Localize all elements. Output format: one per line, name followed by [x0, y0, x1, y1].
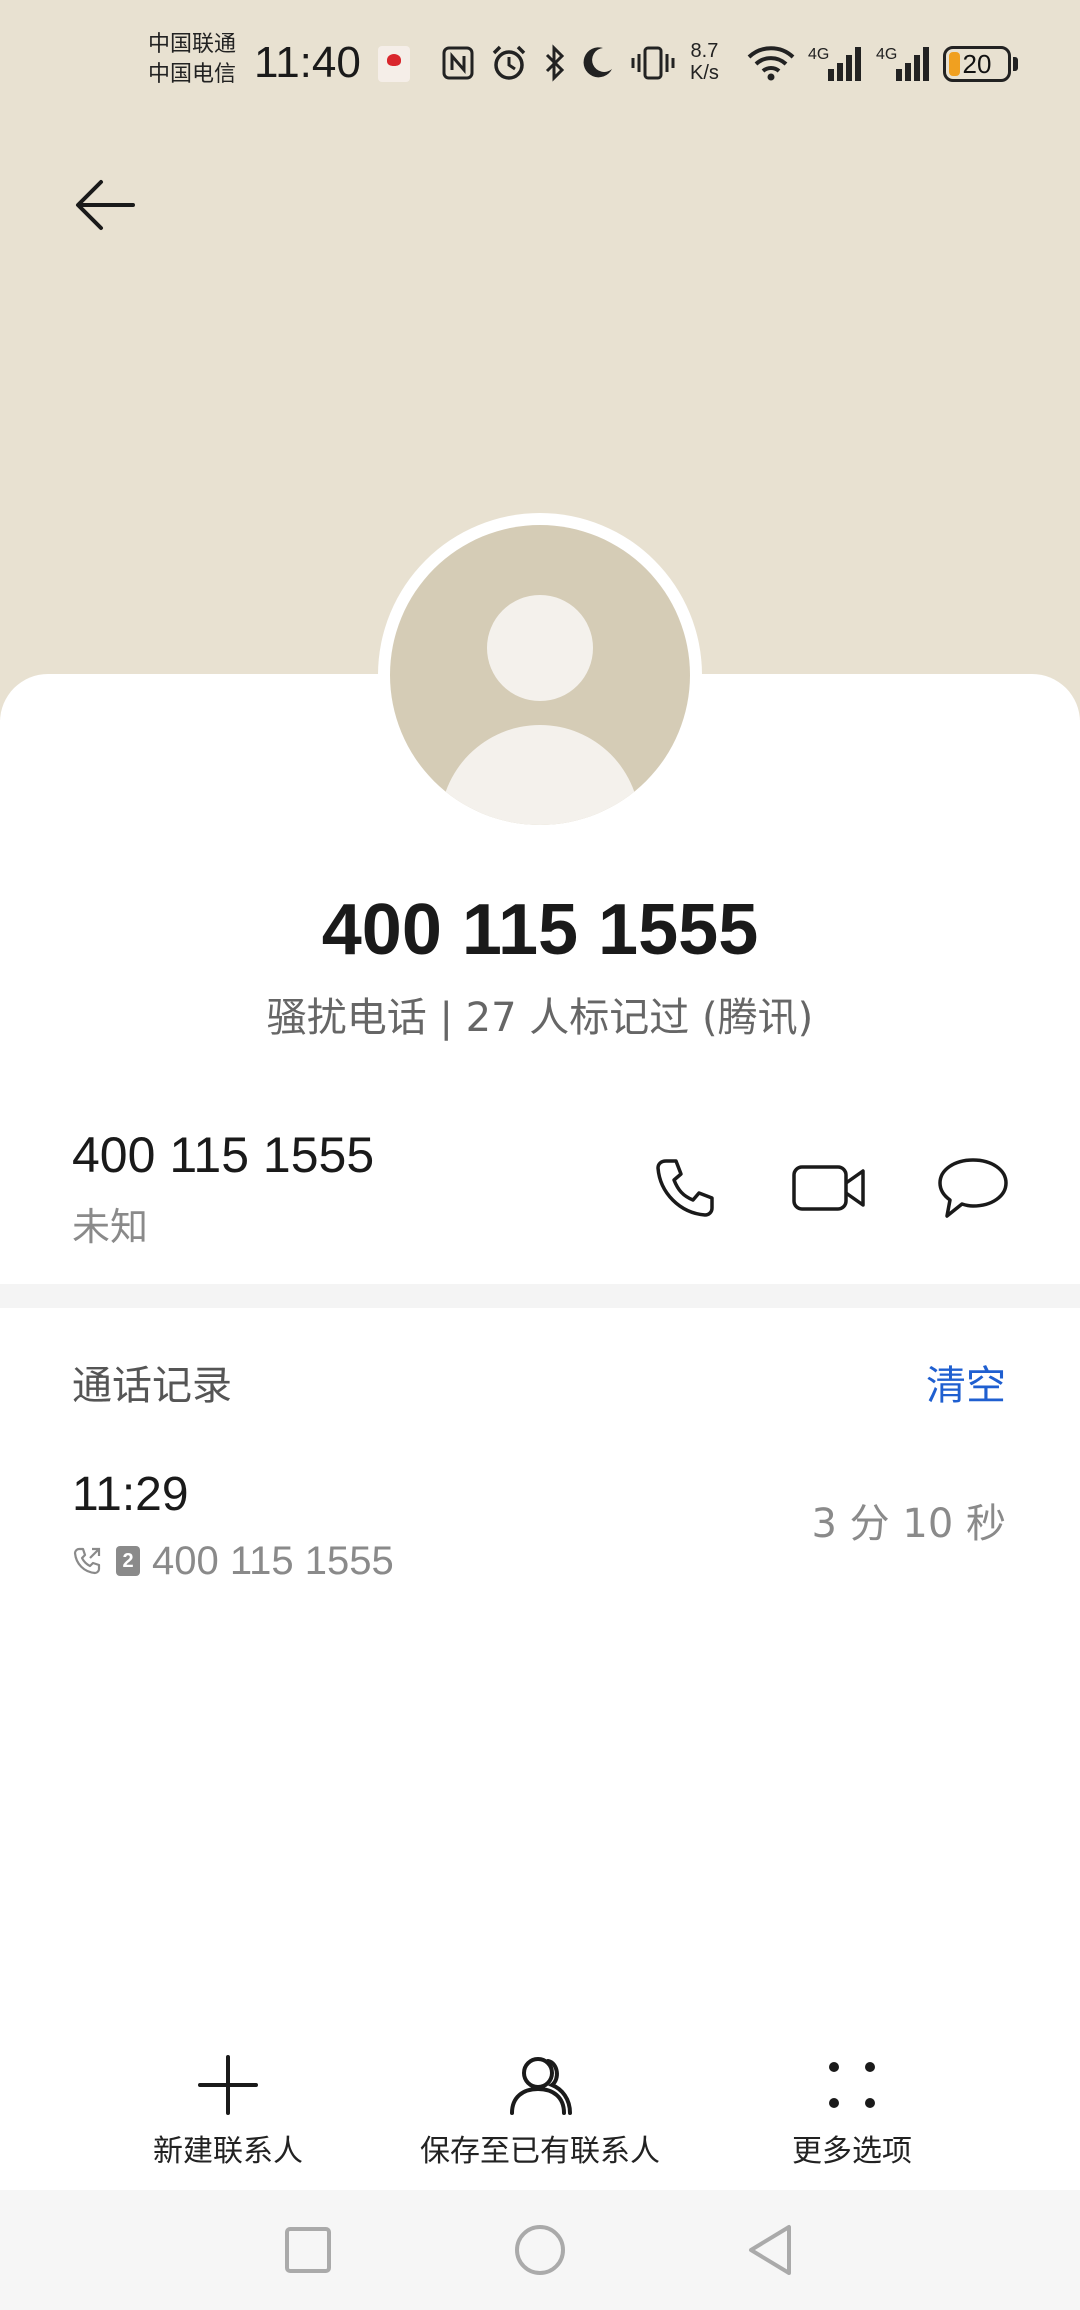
- section-divider: [0, 1284, 1080, 1308]
- back-nav-icon: [749, 2225, 791, 2275]
- call-log-time: 11:29: [72, 1468, 189, 1521]
- outgoing-call-icon: [73, 1547, 101, 1575]
- carrier-1: 中国联通: [148, 32, 237, 57]
- home-icon: [515, 2225, 565, 2275]
- plus-icon: [188, 2045, 268, 2125]
- wifi-icon: [744, 40, 798, 86]
- call-log-number: 400 115 1555: [152, 1539, 394, 1583]
- status-bar: 中国联通 中国电信 11:40 8.7 K/s 4G 4G 20: [0, 0, 1080, 130]
- system-navigation-bar: [0, 2190, 1080, 2310]
- more-options-button[interactable]: 更多选项: [692, 2045, 1012, 2175]
- avatar-head: [487, 595, 593, 701]
- call-log-title: 通话记录: [72, 1363, 232, 1409]
- more-options-label: 更多选项: [792, 2134, 912, 2169]
- battery-icon: 20: [943, 46, 1011, 82]
- new-contact-label: 新建联系人: [153, 2134, 303, 2169]
- home-button[interactable]: [510, 2220, 570, 2280]
- spam-tag: 骚扰电话 | 27 人标记过 (腾讯): [266, 995, 814, 1041]
- alarm-icon: [488, 40, 530, 86]
- call-button[interactable]: [640, 1148, 730, 1228]
- signal-1-label: 4G: [808, 46, 829, 63]
- call-log-duration: 3 分 10 秒: [811, 1501, 1007, 1547]
- signal-1-icon: 4G: [806, 40, 866, 86]
- network-speed: 8.7 K/s: [690, 40, 719, 84]
- status-time: 11:40: [254, 38, 361, 87]
- vibrate-icon: [628, 40, 678, 86]
- person-icon: [500, 2045, 580, 2125]
- nfc-icon: [440, 40, 476, 86]
- signal-2-icon: 4G: [874, 40, 934, 86]
- carrier-2: 中国电信: [148, 62, 237, 87]
- avatar: [378, 513, 702, 837]
- back-button[interactable]: [60, 160, 150, 250]
- bluetooth-icon: [540, 40, 570, 86]
- phone-icon: [656, 1159, 714, 1217]
- number-type: 未知: [72, 1205, 149, 1249]
- message-button[interactable]: [928, 1148, 1018, 1228]
- signal-2-label: 4G: [876, 46, 897, 63]
- carrier-names: 中国联通 中国电信: [148, 30, 236, 90]
- avatar-body: [440, 725, 640, 825]
- save-to-existing-contact-button[interactable]: 保存至已有联系人: [380, 2045, 700, 2175]
- battery-level: 20: [962, 49, 992, 79]
- network-speed-value: 8.7: [690, 40, 719, 62]
- do-not-disturb-moon-icon: [578, 40, 618, 86]
- video-call-button[interactable]: [784, 1148, 874, 1228]
- default-avatar-icon: [390, 525, 690, 825]
- more-dots-icon: [812, 2045, 892, 2125]
- recent-apps-icon: [285, 2227, 331, 2273]
- message-icon: [938, 1158, 1008, 1218]
- sim-2-icon: 2: [116, 1546, 140, 1576]
- new-contact-button[interactable]: 新建联系人: [68, 2045, 388, 2175]
- network-speed-unit: K/s: [690, 62, 719, 84]
- app-notification-icon: [378, 46, 410, 82]
- battery-tip: [1013, 57, 1018, 71]
- back-nav-button[interactable]: [740, 2220, 800, 2280]
- call-log-details: 2 400 115 1555: [72, 1536, 394, 1586]
- contact-number[interactable]: 400 115 1555: [72, 1125, 374, 1185]
- clear-call-log-button[interactable]: 清空: [926, 1358, 1006, 1414]
- caller-number: 400 115 1555: [321, 890, 759, 970]
- save-to-existing-label: 保存至已有联系人: [420, 2134, 660, 2169]
- recent-apps-button[interactable]: [278, 2220, 338, 2280]
- arrow-left-icon: [76, 180, 135, 230]
- video-call-icon: [792, 1165, 865, 1211]
